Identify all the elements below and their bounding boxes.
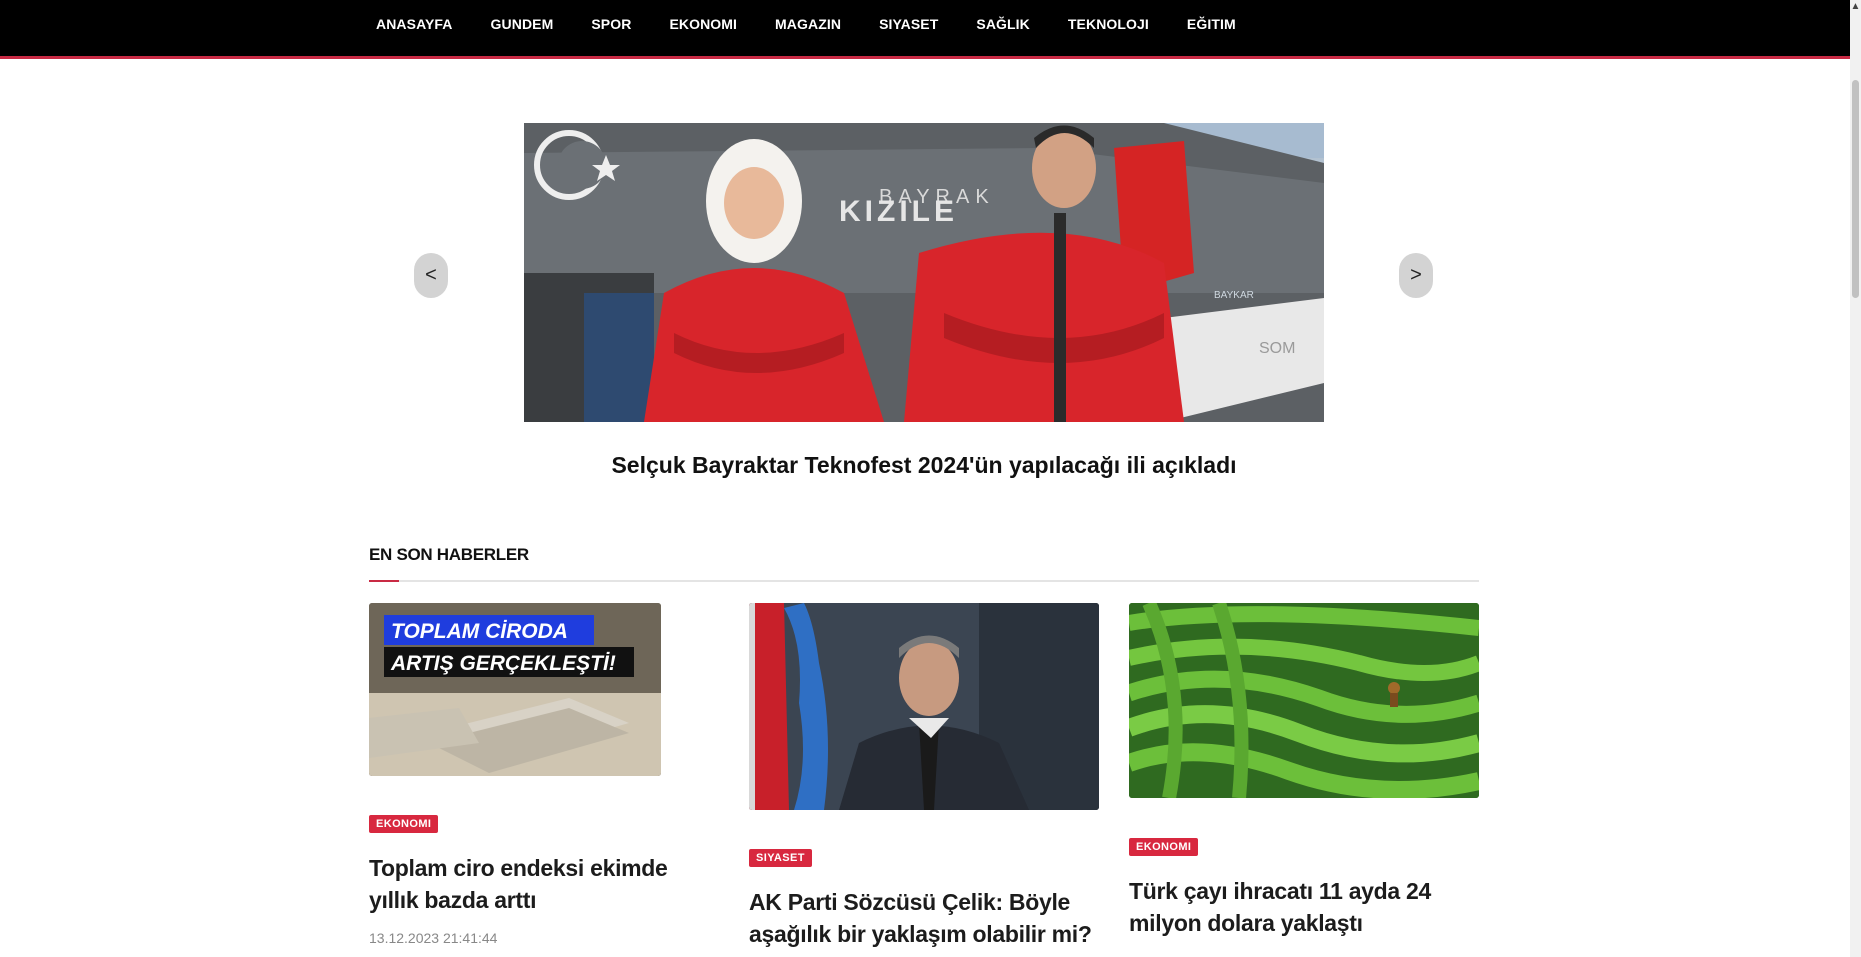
nav-item-saglik[interactable]: SAĞLIK — [976, 16, 1030, 32]
category-badge[interactable]: EKONOMI — [369, 815, 439, 833]
svg-text:BAYKAR: BAYKAR — [1214, 290, 1254, 301]
section-divider — [369, 580, 1479, 582]
top-navigation: ANASAYFA GUNDEM SPOR EKONOMI MAGAZIN SIY… — [0, 0, 1850, 59]
svg-text:SOM: SOM — [1259, 340, 1295, 357]
svg-text:KIZILE: KIZILE — [839, 195, 958, 228]
news-card-image[interactable] — [749, 603, 1099, 810]
news-card-date: 13.12.2023 21:41:44 — [369, 930, 498, 946]
scroll-thumb[interactable] — [1852, 80, 1859, 298]
news-card-title[interactable]: Türk çayı ihracatı 11 ayda 24 milyon dol… — [1129, 875, 1469, 939]
tea-field-photo-illustration — [1129, 603, 1479, 798]
slider-prev-button[interactable]: < — [414, 253, 448, 298]
svg-text:TOPLAM CİRODA: TOPLAM CİRODA — [391, 620, 568, 643]
news-card-title[interactable]: AK Parti Sözcüsü Çelik: Böyle aşağılık b… — [749, 886, 1109, 950]
politician-photo-illustration — [749, 603, 1099, 810]
nav-item-gundem[interactable]: GUNDEM — [491, 16, 554, 32]
news-card-image[interactable] — [1129, 603, 1479, 798]
nav-item-teknoloji[interactable]: TEKNOLOJI — [1068, 16, 1149, 32]
section-divider-accent — [369, 580, 399, 582]
category-badge[interactable]: SIYASET — [749, 849, 812, 867]
slider-image[interactable]: BAYRAK KIZILE SOM BAYKAR — [524, 123, 1324, 422]
nav-item-spor[interactable]: SPOR — [591, 16, 631, 32]
nav-item-egitim[interactable]: EĞITIM — [1187, 16, 1236, 32]
news-card-title[interactable]: Toplam ciro endeksi ekimde yıllık bazda … — [369, 852, 679, 916]
money-photo-illustration: TOPLAM CİRODA ARTIŞ GERÇEKLEŞTİ! — [369, 603, 661, 776]
slider-headline[interactable]: Selçuk Bayraktar Teknofest 2024'ün yapıl… — [400, 452, 1448, 479]
slider-photo-illustration: BAYRAK KIZILE SOM BAYKAR — [524, 123, 1324, 422]
nav-item-anasayfa[interactable]: ANASAYFA — [376, 16, 453, 32]
news-card-image[interactable]: TOPLAM CİRODA ARTIŞ GERÇEKLEŞTİ! — [369, 603, 661, 776]
nav-item-ekonomi[interactable]: EKONOMI — [669, 16, 737, 32]
svg-text:ARTIŞ GERÇEKLEŞTİ!: ARTIŞ GERÇEKLEŞTİ! — [390, 652, 616, 675]
nav-menu: ANASAYFA GUNDEM SPOR EKONOMI MAGAZIN SIY… — [376, 16, 1274, 32]
slider-next-button[interactable]: > — [1399, 253, 1433, 298]
nav-item-magazin[interactable]: MAGAZIN — [775, 16, 841, 32]
category-badge[interactable]: EKONOMI — [1129, 838, 1199, 856]
scroll-up-arrow-icon[interactable]: ▲ — [1850, 0, 1861, 14]
nav-item-siyaset[interactable]: SIYASET — [879, 16, 938, 32]
section-title-latest-news: EN SON HABERLER — [369, 545, 529, 564]
page-scrollbar[interactable]: ▲ — [1850, 0, 1861, 957]
